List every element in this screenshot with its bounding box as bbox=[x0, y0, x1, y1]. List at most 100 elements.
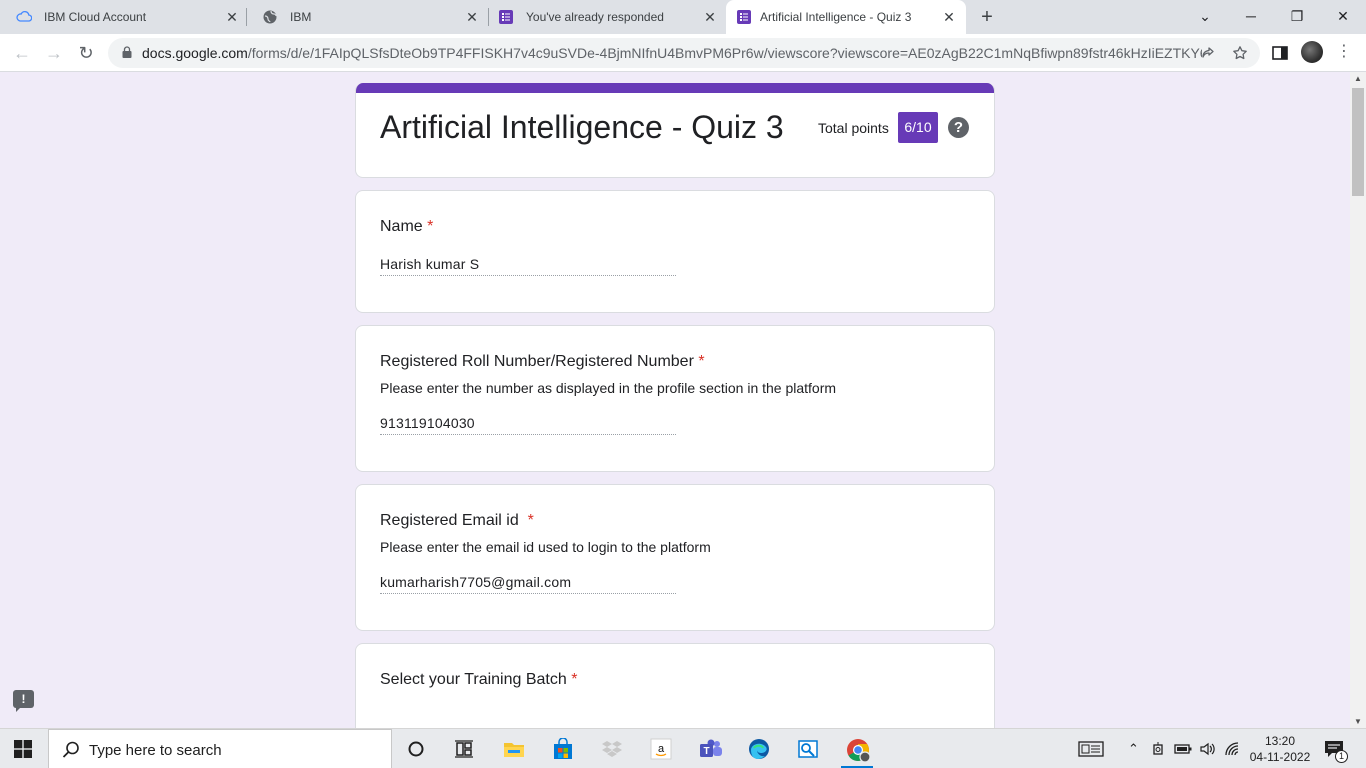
question-title-text: Registered Email id bbox=[380, 512, 524, 529]
required-asterisk: * bbox=[698, 353, 705, 370]
taskbar-search-placeholder: Type here to search bbox=[89, 742, 222, 759]
browser-menu-icon[interactable]: ⋮ bbox=[1336, 42, 1352, 62]
cloud-icon bbox=[16, 10, 32, 22]
new-tab-button[interactable]: + bbox=[976, 6, 998, 28]
volume-icon[interactable] bbox=[1199, 741, 1217, 757]
address-bar[interactable]: docs.google.com/forms/d/e/1FAIpQLSfsDteO… bbox=[108, 38, 1260, 68]
required-asterisk: * bbox=[427, 218, 434, 235]
scroll-down-arrow-icon[interactable]: ▼ bbox=[1354, 717, 1362, 726]
scroll-up-arrow-icon[interactable]: ▲ bbox=[1354, 74, 1362, 83]
tab-artificial-intelligence-quiz-3[interactable]: Artificial Intelligence - Quiz 3 ✕ bbox=[726, 0, 966, 34]
tab-strip: IBM Cloud Account ✕ IBM ✕ You've already… bbox=[0, 0, 1366, 34]
form-accent-bar bbox=[356, 83, 994, 93]
google-forms-icon bbox=[499, 10, 513, 24]
windows-taskbar: Type here to search a T ⌃ 13:20 04-11-20… bbox=[0, 728, 1366, 768]
report-feedback-button[interactable]: ! bbox=[13, 690, 34, 712]
svg-text:T: T bbox=[703, 746, 709, 757]
taskbar-search-box[interactable]: Type here to search bbox=[48, 729, 392, 768]
teams-icon: T bbox=[700, 739, 722, 757]
question-title: Name * bbox=[380, 218, 433, 236]
question-title-text: Registered Roll Number/Registered Number bbox=[380, 353, 694, 370]
battery-icon[interactable] bbox=[1174, 743, 1192, 755]
name-answer: Harish kumar S bbox=[380, 256, 676, 276]
page-scrollbar[interactable]: ▲ ▼ bbox=[1350, 72, 1366, 728]
cortana-circle-icon bbox=[408, 741, 424, 757]
side-panel-icon[interactable] bbox=[1270, 43, 1290, 63]
tab-title: You've already responded bbox=[526, 10, 664, 24]
question-title-text: Name bbox=[380, 218, 423, 235]
close-tab-icon[interactable]: ✕ bbox=[464, 9, 480, 25]
forward-button[interactable]: → bbox=[40, 39, 68, 67]
file-explorer-button[interactable] bbox=[490, 729, 538, 768]
required-asterisk: * bbox=[527, 512, 534, 529]
amazon-icon: a bbox=[650, 738, 672, 760]
question-title: Registered Roll Number/Registered Number… bbox=[380, 353, 705, 371]
required-asterisk: * bbox=[571, 671, 578, 688]
globe-icon bbox=[263, 10, 277, 24]
total-points-label: Total points bbox=[818, 120, 889, 136]
url-path: /forms/d/e/1FAIpQLSfsDteOb9TP4FFISKH7v4c… bbox=[247, 45, 1202, 61]
google-chrome-button[interactable] bbox=[833, 729, 881, 768]
profile-avatar[interactable] bbox=[1301, 41, 1323, 63]
help-icon[interactable]: ? bbox=[948, 117, 969, 138]
dropbox-button[interactable] bbox=[588, 729, 636, 768]
task-view-button[interactable] bbox=[440, 729, 488, 768]
tab-title: IBM bbox=[290, 10, 312, 24]
tab-ibm[interactable]: IBM ✕ bbox=[246, 0, 488, 34]
close-tab-icon[interactable]: ✕ bbox=[224, 9, 240, 25]
minimize-button[interactable]: ─ bbox=[1228, 0, 1274, 32]
tab-already-responded[interactable]: You've already responded ✕ bbox=[482, 0, 726, 34]
task-view-icon bbox=[455, 740, 473, 758]
share-icon[interactable] bbox=[1200, 45, 1216, 61]
question-title-text: Select your Training Batch bbox=[380, 671, 567, 688]
dropbox-icon bbox=[602, 741, 622, 757]
close-window-button[interactable]: ✕ bbox=[1320, 0, 1366, 32]
question-card-email: Registered Email id * Please enter the e… bbox=[355, 484, 995, 631]
cortana-button[interactable] bbox=[392, 729, 440, 768]
photo-viewer-icon bbox=[798, 740, 818, 758]
form-title: Artificial Intelligence - Quiz 3 bbox=[380, 109, 784, 145]
clock-time: 13:20 bbox=[1264, 734, 1296, 748]
clock-date: 04-11-2022 bbox=[1249, 750, 1311, 764]
folder-icon bbox=[504, 743, 524, 757]
notification-count-badge: 1 bbox=[1335, 750, 1348, 763]
url-text[interactable]: docs.google.com/forms/d/e/1FAIpQLSfsDteO… bbox=[142, 45, 1202, 61]
question-description: Please enter the email id used to login … bbox=[380, 539, 711, 555]
microsoft-store-button[interactable] bbox=[539, 729, 587, 768]
edge-icon bbox=[749, 739, 769, 759]
email-answer: kumarharish7705@gmail.com bbox=[380, 574, 676, 594]
bookmark-star-icon[interactable] bbox=[1232, 45, 1248, 61]
form-header-card: Artificial Intelligence - Quiz 3 Total p… bbox=[355, 83, 995, 178]
back-button[interactable]: ← bbox=[8, 39, 36, 67]
question-card-training-batch: Select your Training Batch * bbox=[355, 643, 995, 728]
photos-button[interactable] bbox=[784, 729, 832, 768]
windows-start-icon[interactable] bbox=[14, 740, 32, 758]
tab-ibm-cloud-account[interactable]: IBM Cloud Account ✕ bbox=[0, 0, 246, 34]
url-host: docs.google.com bbox=[142, 45, 248, 61]
close-tab-icon[interactable]: ✕ bbox=[702, 9, 718, 25]
svg-text:a: a bbox=[658, 743, 665, 755]
microsoft-edge-button[interactable] bbox=[735, 729, 783, 768]
roll-number-answer: 913119104030 bbox=[380, 415, 676, 435]
meet-now-icon[interactable] bbox=[1152, 741, 1166, 757]
reload-button[interactable]: ↻ bbox=[72, 39, 100, 67]
page-viewport: Artificial Intelligence - Quiz 3 Total p… bbox=[0, 72, 1350, 728]
question-title: Registered Email id * bbox=[380, 512, 534, 530]
keyboard-language-icon[interactable] bbox=[1078, 740, 1104, 758]
store-bag-icon bbox=[554, 738, 572, 759]
total-points-badge: 6/10 bbox=[898, 112, 938, 143]
close-tab-icon[interactable]: ✕ bbox=[941, 9, 957, 25]
question-title: Select your Training Batch * bbox=[380, 671, 577, 689]
show-hidden-icons-chevron-icon[interactable]: ⌃ bbox=[1128, 741, 1139, 757]
restore-button[interactable]: ❐ bbox=[1274, 0, 1320, 32]
taskbar-clock[interactable]: 13:20 04-11-2022 bbox=[1242, 733, 1318, 765]
microsoft-teams-button[interactable]: T bbox=[686, 729, 734, 768]
tab-search-chevron-icon[interactable]: ⌄ bbox=[1182, 0, 1228, 32]
chrome-icon bbox=[847, 739, 870, 762]
amazon-button[interactable]: a bbox=[637, 729, 685, 768]
google-forms-icon bbox=[737, 10, 751, 24]
wifi-icon[interactable] bbox=[1224, 741, 1240, 757]
scroll-thumb[interactable] bbox=[1352, 88, 1364, 196]
tab-title: IBM Cloud Account bbox=[44, 10, 147, 24]
tab-title: Artificial Intelligence - Quiz 3 bbox=[760, 10, 912, 24]
